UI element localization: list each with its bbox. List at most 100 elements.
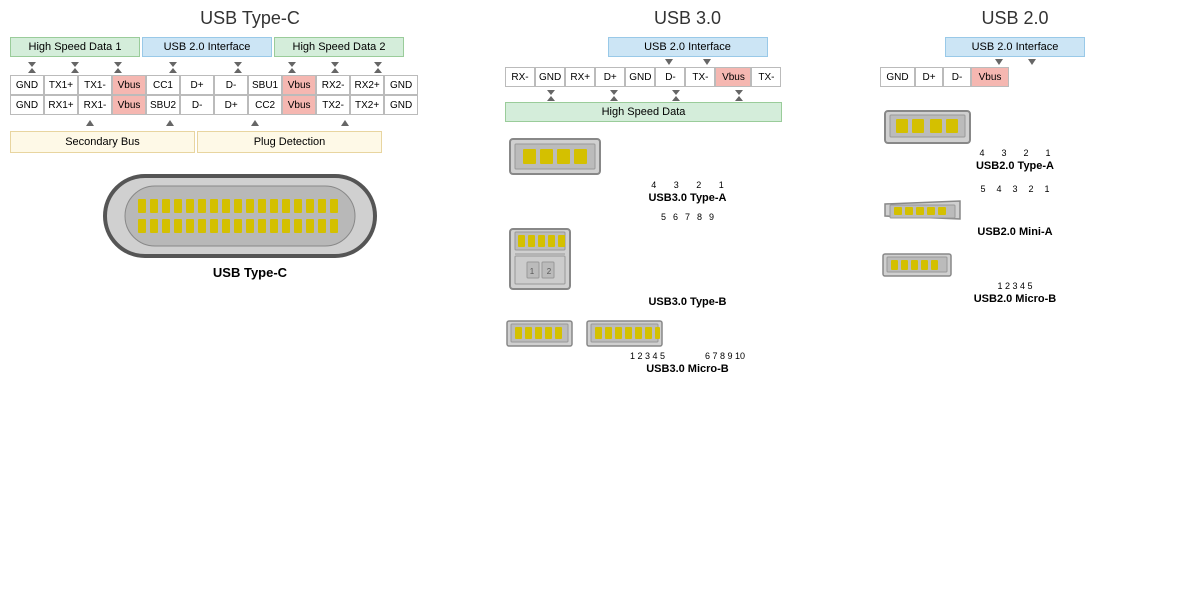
secondary-bus-label: Secondary Bus [10,131,195,153]
usb20mini-pin3: 3 [1012,184,1017,194]
pin-vbus-4: Vbus [282,95,316,115]
usb20-typea-svg [880,107,975,147]
arrow-hs1-2 [71,62,79,73]
usb30-arrow-u2 [610,90,618,101]
typec-pin-row1: GND TX1+ TX1- Vbus CC1 D+ D- SBU1 Vbus R… [10,75,490,95]
usb20mini-pin4: 4 [996,184,1001,194]
usb30-usb2-label: USB 2.0 Interface [608,37,768,57]
usb30b-pin7: 7 [685,212,690,222]
pin-dp-1: D+ [180,75,214,95]
usb30-microb-svg [505,316,665,351]
typec-connector-svg [100,171,380,261]
pin-gnd-4: GND [384,95,418,115]
pin-sbu1: SBU1 [248,75,282,95]
usb20mini-pin2: 2 [1028,184,1033,194]
svg-text:2: 2 [547,267,552,276]
usb30-section: USB 3.0 USB 2.0 Interface RX- GND RX+ D+… [490,8,870,375]
usb30b-pin9: 9 [709,212,714,222]
hs1-label: High Speed Data 1 [10,37,140,57]
usb20mb-pins: 1 2 3 4 5 [997,281,1032,291]
usb30-pin-dm: D- [655,67,685,87]
usb20-pin-vbus: Vbus [971,67,1009,87]
usb30-microb-label: USB3.0 Micro-B [505,363,870,375]
usb30-title: USB 3.0 [505,8,870,29]
usb30-pin-rxm: RX- [505,67,535,87]
usb20-pin-dm: D- [943,67,971,87]
pin-cc1: CC1 [146,75,180,95]
usb30-arrow-u3 [672,90,680,101]
usb20-minia-label: USB2.0 Mini-A [880,226,1150,238]
usb20a-pin1: 1 [1045,148,1050,158]
arrow-hs2-3 [374,62,382,73]
pin-dp-2: D+ [214,95,248,115]
arrow-secondary-1 [86,120,94,126]
usb20a-pin4: 4 [979,148,984,158]
usb30mb-pin1: 1 2 3 4 5 [630,351,665,361]
pin-dm-2: D- [180,95,214,115]
usb30a-pin4: 4 [651,180,656,190]
arrow-hs2-2 [331,62,339,73]
usb30-pin-rxp: RX+ [565,67,595,87]
usb30-pin-gnd1: GND [535,67,565,87]
pin-vbus-2: Vbus [282,75,316,95]
usb30a-pin1: 1 [719,180,724,190]
usb30-arrow-d2 [703,59,711,65]
typec-section: USB Type-C High Speed Data 1 USB 2.0 Int… [10,8,490,375]
usb20-pin-gnd: GND [880,67,915,87]
pin-rx1p: RX1+ [44,95,78,115]
pin-tx2m: TX2- [316,95,350,115]
typec-pin-row2: GND RX1+ RX1- Vbus SBU2 D- D+ CC2 Vbus T… [10,95,490,115]
usb30b-pin5: 5 [661,212,666,222]
usb2-label-typec: USB 2.0 Interface [142,37,272,57]
pin-dm-1: D- [214,75,248,95]
typec-title: USB Type-C [10,8,490,29]
usb30-typeb-svg: 1 2 [505,224,575,294]
arrow-plug-2 [341,120,349,126]
usb20a-pin2: 2 [1023,148,1028,158]
pin-tx1m: TX1- [78,75,112,95]
pin-cc2: CC2 [248,95,282,115]
usb30-hs-label: High Speed Data [505,102,782,122]
pin-vbus-1: Vbus [112,75,146,95]
svg-text:1: 1 [530,267,535,276]
arrow-hs2-1 [288,62,296,73]
main-layout: USB Type-C High Speed Data 1 USB 2.0 Int… [0,0,1180,383]
usb20a-pin3: 3 [1001,148,1006,158]
usb20-section: USB 2.0 USB 2.0 Interface GND D+ D- Vbus [870,8,1150,375]
arrow-hs1-1 [28,62,36,73]
usb30-arrow-u4 [735,90,743,101]
usb30-pin-dp: D+ [595,67,625,87]
pin-gnd-3: GND [10,95,44,115]
usb30-typea-svg [505,134,605,179]
usb30-pin-vbus: Vbus [715,67,751,87]
usb30-pin-gnd2: GND [625,67,655,87]
pin-rx2m: RX2- [316,75,350,95]
usb20-usb2-label: USB 2.0 Interface [945,37,1085,57]
usb20-typea-label: USB2.0 Type-A [880,160,1150,172]
arrow-usb2-1 [169,62,177,73]
usb20mini-pin5: 5 [980,184,985,194]
usb20-arrow-d2 [1028,59,1036,65]
pin-gnd-1: GND [10,75,44,95]
arrow-usb2-2 [234,62,242,73]
usb20-microb-svg [880,250,955,280]
usb20-pin-dp: D+ [915,67,943,87]
usb20-microb-label: USB2.0 Micro-B [880,293,1150,305]
usb20-title: USB 2.0 [880,8,1150,29]
usb20-minia-svg [880,196,965,224]
typec-connector-label: USB Type-C [100,265,400,280]
hs2-label: High Speed Data 2 [274,37,404,57]
pin-gnd-2: GND [384,75,418,95]
usb20-arrow-d1 [995,59,1003,65]
usb30-typea-label: USB3.0 Type-A [505,192,870,204]
usb30-arrow-u1 [547,90,555,101]
plug-detection-label: Plug Detection [197,131,382,153]
usb30a-pin2: 2 [696,180,701,190]
usb30-pin-txm: TX- [685,67,715,87]
usb30-pin-txp: TX- [751,67,781,87]
usb30a-pin3: 3 [674,180,679,190]
arrow-plug-1 [251,120,259,126]
pin-tx1p: TX1+ [44,75,78,95]
usb30b-pin6: 6 [673,212,678,222]
usb30mb-pin6: 6 7 8 9 10 [705,351,745,361]
